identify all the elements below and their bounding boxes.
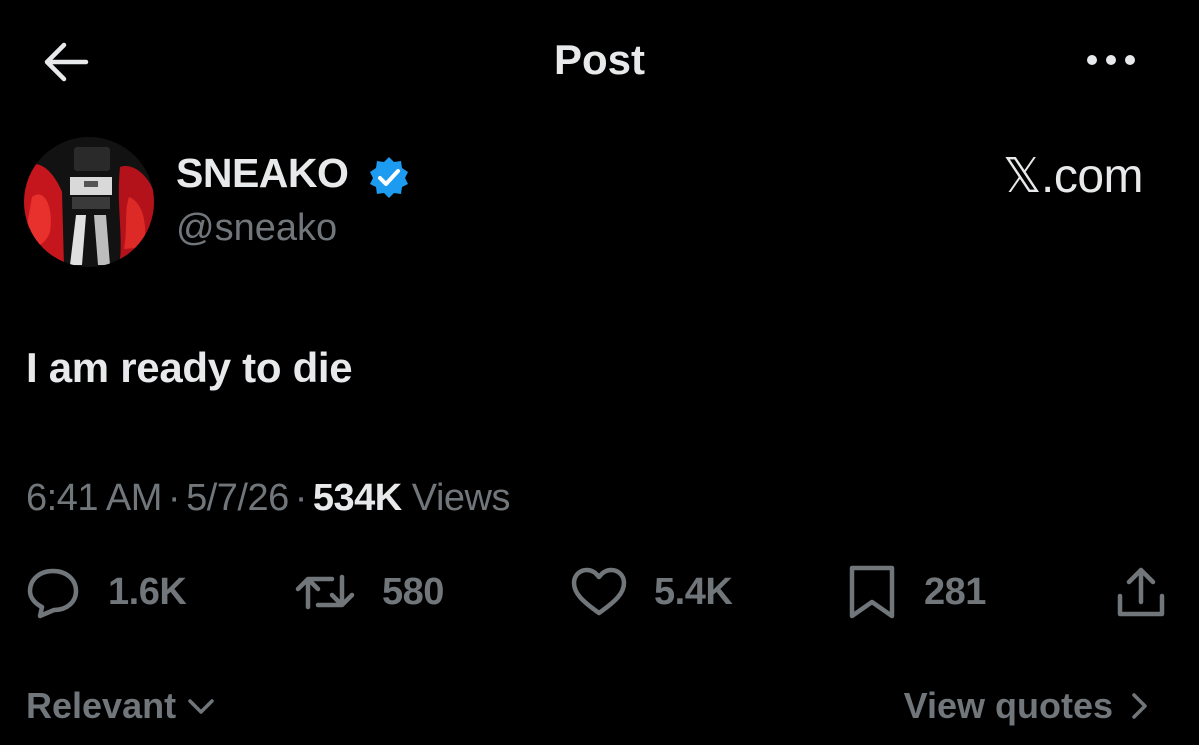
- back-button[interactable]: [38, 38, 92, 86]
- sort-replies-dropdown[interactable]: Relevant: [26, 685, 218, 727]
- page-title: Post: [553, 36, 645, 83]
- bookmark-button[interactable]: 281: [846, 562, 986, 622]
- author-display-name[interactable]: SNEAKO: [176, 150, 349, 197]
- reply-count: 1.6K: [108, 570, 187, 613]
- post-date: 5/7/26: [186, 477, 289, 519]
- repost-icon: [295, 574, 355, 610]
- arrow-left-icon: [44, 42, 89, 82]
- chevron-right-icon: [1132, 693, 1147, 719]
- more-options-button[interactable]: [1082, 44, 1140, 76]
- avatar[interactable]: [24, 137, 154, 267]
- chevron-down-icon: [188, 699, 214, 714]
- avatar-image: [24, 137, 154, 267]
- repost-button[interactable]: 580: [294, 562, 444, 622]
- separator-dot: ·: [167, 477, 181, 519]
- post-meta: 6:41 AM · 5/7/26 · 534K Views: [26, 477, 510, 520]
- x-com-watermark: 𝕏.com: [1002, 150, 1144, 203]
- views-label: Views: [411, 477, 511, 519]
- reply-button[interactable]: 1.6K: [24, 562, 187, 622]
- reply-icon: [27, 568, 79, 619]
- sort-label: Relevant: [26, 685, 177, 726]
- verified-badge-icon: [370, 157, 408, 198]
- bookmark-count: 281: [924, 570, 986, 613]
- heart-icon: [571, 567, 627, 616]
- views-count: 534K: [312, 477, 402, 519]
- separator-dot: ·: [294, 477, 308, 519]
- ellipsis-icon: [1087, 55, 1135, 65]
- like-count: 5.4K: [654, 570, 733, 613]
- author-handle[interactable]: @sneako: [176, 207, 337, 250]
- like-button[interactable]: 5.4K: [570, 562, 733, 622]
- repost-count: 580: [382, 570, 444, 613]
- view-quotes-link[interactable]: View quotes: [904, 685, 1153, 727]
- post-time: 6:41 AM: [26, 477, 162, 519]
- bookmark-icon: [849, 565, 895, 619]
- share-button[interactable]: [1112, 562, 1170, 622]
- verified-badge: [367, 155, 411, 199]
- share-icon: [1117, 567, 1165, 617]
- view-quotes-label: View quotes: [903, 685, 1113, 726]
- post-text: I am ready to die: [26, 344, 353, 391]
